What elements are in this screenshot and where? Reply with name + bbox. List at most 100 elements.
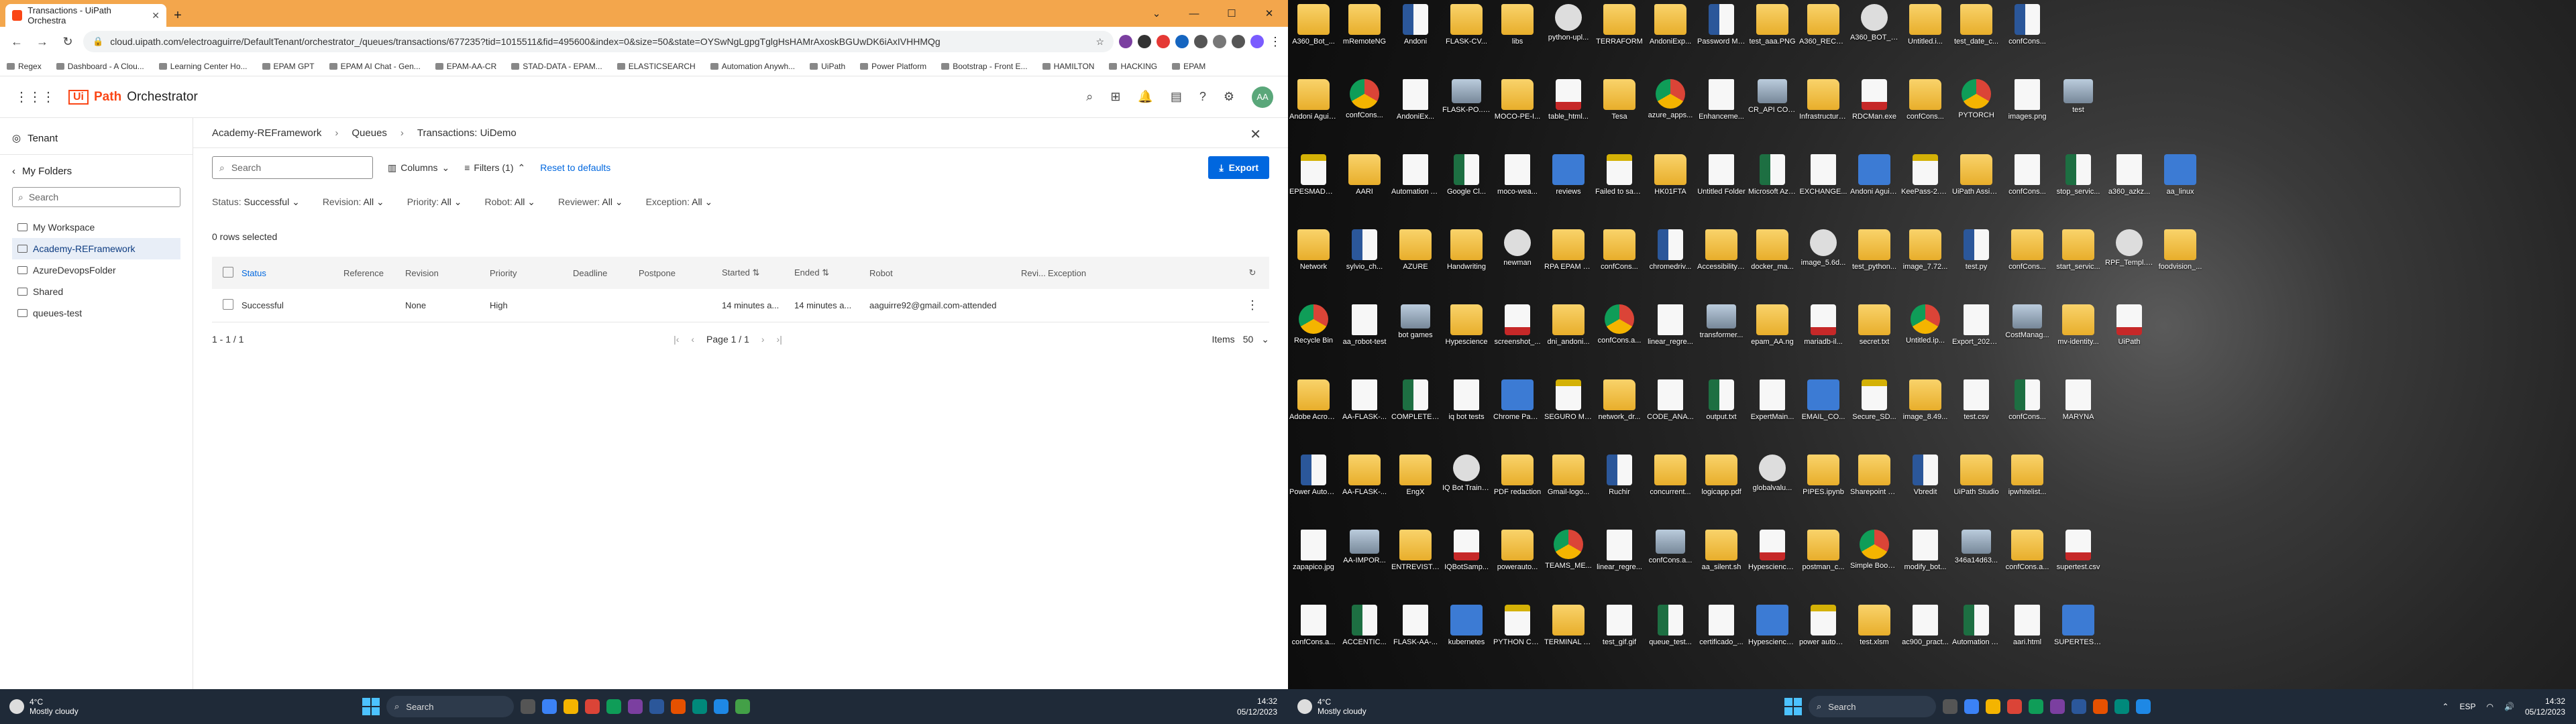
desktop-icon[interactable]: iq bot tests <box>1444 379 1489 453</box>
desktop-icon[interactable]: Andoni <box>1393 4 1438 78</box>
desktop-icon[interactable]: libs <box>1495 4 1540 78</box>
desktop-icon[interactable]: postman_c... <box>1801 530 1846 603</box>
bookmark[interactable]: HAMILTON <box>1042 62 1094 71</box>
column-header[interactable]: Status <box>241 268 343 278</box>
maximize-button[interactable]: ☐ <box>1213 0 1250 27</box>
desktop-icon[interactable]: KeePass-2.5... <box>1901 154 1949 228</box>
last-page-icon[interactable]: ›| <box>777 334 782 345</box>
reviewer-filter[interactable]: Reviewer: All ⌄ <box>558 196 623 208</box>
desktop-icon[interactable]: Recycle Bin <box>1291 304 1336 378</box>
desktop-icon[interactable]: EXCHANGE... <box>1800 154 1847 228</box>
desktop-icon[interactable]: RDCMan.exe <box>1851 79 1897 153</box>
close-tab-icon[interactable]: ✕ <box>152 10 160 21</box>
desktop-icon[interactable]: zapapico.jpg <box>1291 530 1336 603</box>
desktop-icon[interactable]: COMPLETE DATASET <box>1391 379 1440 453</box>
desktop-icon[interactable]: Hypescience Implement... <box>1748 530 1796 603</box>
bookmark[interactable]: EPAM-AA-CR <box>435 62 496 71</box>
desktop-icon[interactable]: reviews <box>1546 154 1591 228</box>
priority-filter[interactable]: Priority: All ⌄ <box>407 196 462 208</box>
reload-button[interactable]: ↻ <box>58 32 78 52</box>
star-icon[interactable]: ☆ <box>1095 36 1104 48</box>
bookmark[interactable]: Learning Center Ho... <box>158 62 248 71</box>
desktop-icon[interactable]: secret.txt <box>1851 304 1897 378</box>
desktop-icon[interactable]: SEGURO MEDIC... <box>1544 379 1593 453</box>
revision-filter[interactable]: Revision: All ⌄ <box>323 196 384 208</box>
app-icon[interactable] <box>606 699 621 714</box>
desktop-icon[interactable]: mRemoteNG <box>1342 4 1387 78</box>
desktop-icon[interactable]: powerauto... <box>1495 530 1540 603</box>
refresh-icon[interactable]: ↻ <box>1236 267 1269 278</box>
desktop-icon[interactable]: sylvio_ch... <box>1342 229 1387 303</box>
extension-icon[interactable] <box>1194 35 1208 48</box>
start-icon[interactable] <box>362 698 380 715</box>
desktop-icon[interactable]: confCons... <box>1597 229 1642 303</box>
desktop-icon[interactable]: linear_regre... <box>1648 304 1693 378</box>
taskbar-search[interactable]: ⌕ Search <box>1809 696 1936 717</box>
bookmark[interactable]: EPAM <box>1172 62 1205 71</box>
desktop-icon[interactable]: aa_robot-test <box>1342 304 1387 378</box>
desktop-icon[interactable]: confCons.a... <box>1291 605 1336 678</box>
chevron-down-icon[interactable]: ⌄ <box>1138 0 1175 27</box>
desktop-icon[interactable]: MOCO-PE-I... <box>1495 79 1540 153</box>
bookmark[interactable]: EPAM AI Chat - Gen... <box>329 62 421 71</box>
next-page-icon[interactable]: › <box>761 334 765 345</box>
folder-item[interactable]: My Workspace <box>12 217 180 238</box>
desktop-icon[interactable]: FLASK-PO... CHATBOT <box>1442 79 1491 153</box>
desktop-icon[interactable]: output.txt <box>1699 379 1744 453</box>
desktop-icon[interactable]: UiPath <box>2106 304 2152 378</box>
desktop-icon[interactable]: ac900_pract... <box>1902 605 1949 678</box>
file-explorer-icon[interactable] <box>564 699 578 714</box>
desktop-icon[interactable]: test_date_c... <box>1953 4 1999 78</box>
desktop-icon[interactable]: Chrome Passwords... <box>1493 379 1542 453</box>
forward-button[interactable]: → <box>32 32 52 52</box>
desktop-icon[interactable]: Handwriting <box>1444 229 1489 303</box>
folder-item[interactable]: AzureDevopsFolder <box>12 259 180 281</box>
desktop-icon[interactable]: Sharepoint Excel Con... <box>1850 455 1898 528</box>
desktop-icon[interactable]: IQ Bot Training Files <box>1442 455 1491 528</box>
desktop-icon[interactable]: Hypescience Implement... <box>1748 605 1796 678</box>
desktop-icon[interactable]: Microsoft Azure port... <box>1748 154 1796 228</box>
desktop-icon[interactable]: Vbredit <box>1902 455 1948 528</box>
row-checkbox[interactable] <box>223 299 233 310</box>
bookmark[interactable]: Dashboard - A Clou... <box>56 62 144 71</box>
desktop-icon[interactable]: AARI <box>1342 154 1387 228</box>
desktop-icon[interactable]: test_python... <box>1851 229 1897 303</box>
desktop-icon[interactable]: Automation Anywhere <box>1391 154 1440 228</box>
bookmark[interactable]: UiPath <box>810 62 845 71</box>
desktop-icon[interactable]: confCons.a... <box>2004 530 2050 603</box>
desktop-icon[interactable]: ENTREVISTAS A CANDID... <box>1391 530 1440 603</box>
clock[interactable]: 14:32 05/12/2023 <box>1237 696 1277 717</box>
profile-icon[interactable] <box>1250 35 1264 48</box>
search-icon[interactable]: ⌕ <box>1086 90 1093 104</box>
desktop-icon[interactable]: start_servic... <box>2055 229 2101 303</box>
items-per-page[interactable]: Items 50 ⌄ <box>1212 334 1269 345</box>
taskbar-search[interactable]: ⌕ Search <box>386 696 514 717</box>
desktop-icon[interactable]: Power Automate <box>1289 455 1338 528</box>
minimize-button[interactable]: — <box>1175 0 1213 27</box>
desktop-icon[interactable]: aa_silent.sh <box>1699 530 1744 603</box>
bookmark[interactable]: STAD-DATA - EPAM... <box>511 62 602 71</box>
desktop-icon[interactable]: PYTHON COREY ... <box>1493 605 1542 678</box>
desktop-icon[interactable]: test_gif.gif <box>1597 605 1642 678</box>
desktop-icon[interactable]: AndoniExp... <box>1648 4 1693 78</box>
filters-button[interactable]: ≡ Filters (1) ⌃ <box>464 162 525 174</box>
desktop-icon[interactable]: Andoni Aguirre Av... <box>1850 154 1898 228</box>
app-icon[interactable] <box>628 699 643 714</box>
desktop-icon[interactable]: test <box>2055 79 2101 153</box>
app-icon[interactable] <box>2072 699 2086 714</box>
desktop-icon[interactable]: modify_bot... <box>1902 530 1948 603</box>
extension-icon[interactable] <box>1119 35 1132 48</box>
desktop-icon[interactable]: FLASK-CV... <box>1444 4 1489 78</box>
extension-icon[interactable] <box>1175 35 1189 48</box>
help-icon[interactable]: ? <box>1199 90 1206 104</box>
app-icon[interactable] <box>2136 699 2151 714</box>
desktop-icon[interactable]: screenshot_... <box>1494 304 1541 378</box>
app-icon[interactable] <box>649 699 664 714</box>
folder-item[interactable]: Shared <box>12 281 180 302</box>
desktop-icon[interactable]: Simple Book API - Testin... <box>1850 530 1898 603</box>
column-header[interactable]: Reference <box>343 268 405 278</box>
folder-search-input[interactable]: ⌕ Search <box>12 187 180 207</box>
desktop-icon[interactable]: Untitled.ip... <box>1902 304 1948 378</box>
settings-icon[interactable]: ⚙ <box>1224 90 1234 104</box>
desktop-icon[interactable]: AA-FLASK-... <box>1342 379 1387 453</box>
